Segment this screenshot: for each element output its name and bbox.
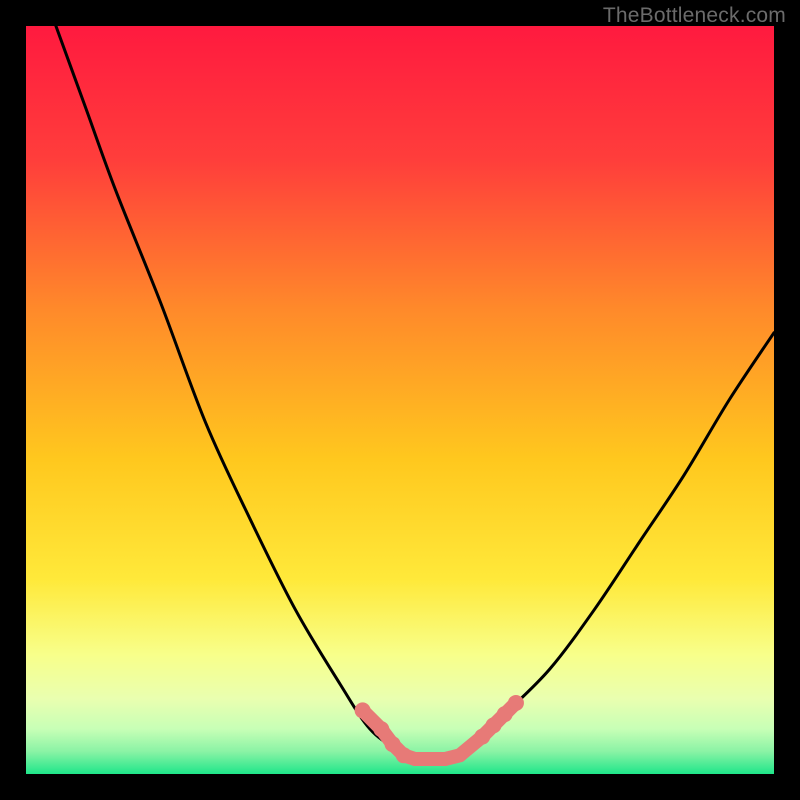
marker-dot	[373, 721, 389, 737]
gradient-background	[26, 26, 774, 774]
watermark-text: TheBottleneck.com	[603, 4, 786, 28]
bottleneck-plot	[26, 26, 774, 774]
marker-dot	[396, 747, 412, 763]
chart-frame: TheBottleneck.com	[0, 0, 800, 800]
plot-svg	[26, 26, 774, 774]
marker-dot	[508, 695, 524, 711]
marker-dot	[355, 702, 371, 718]
